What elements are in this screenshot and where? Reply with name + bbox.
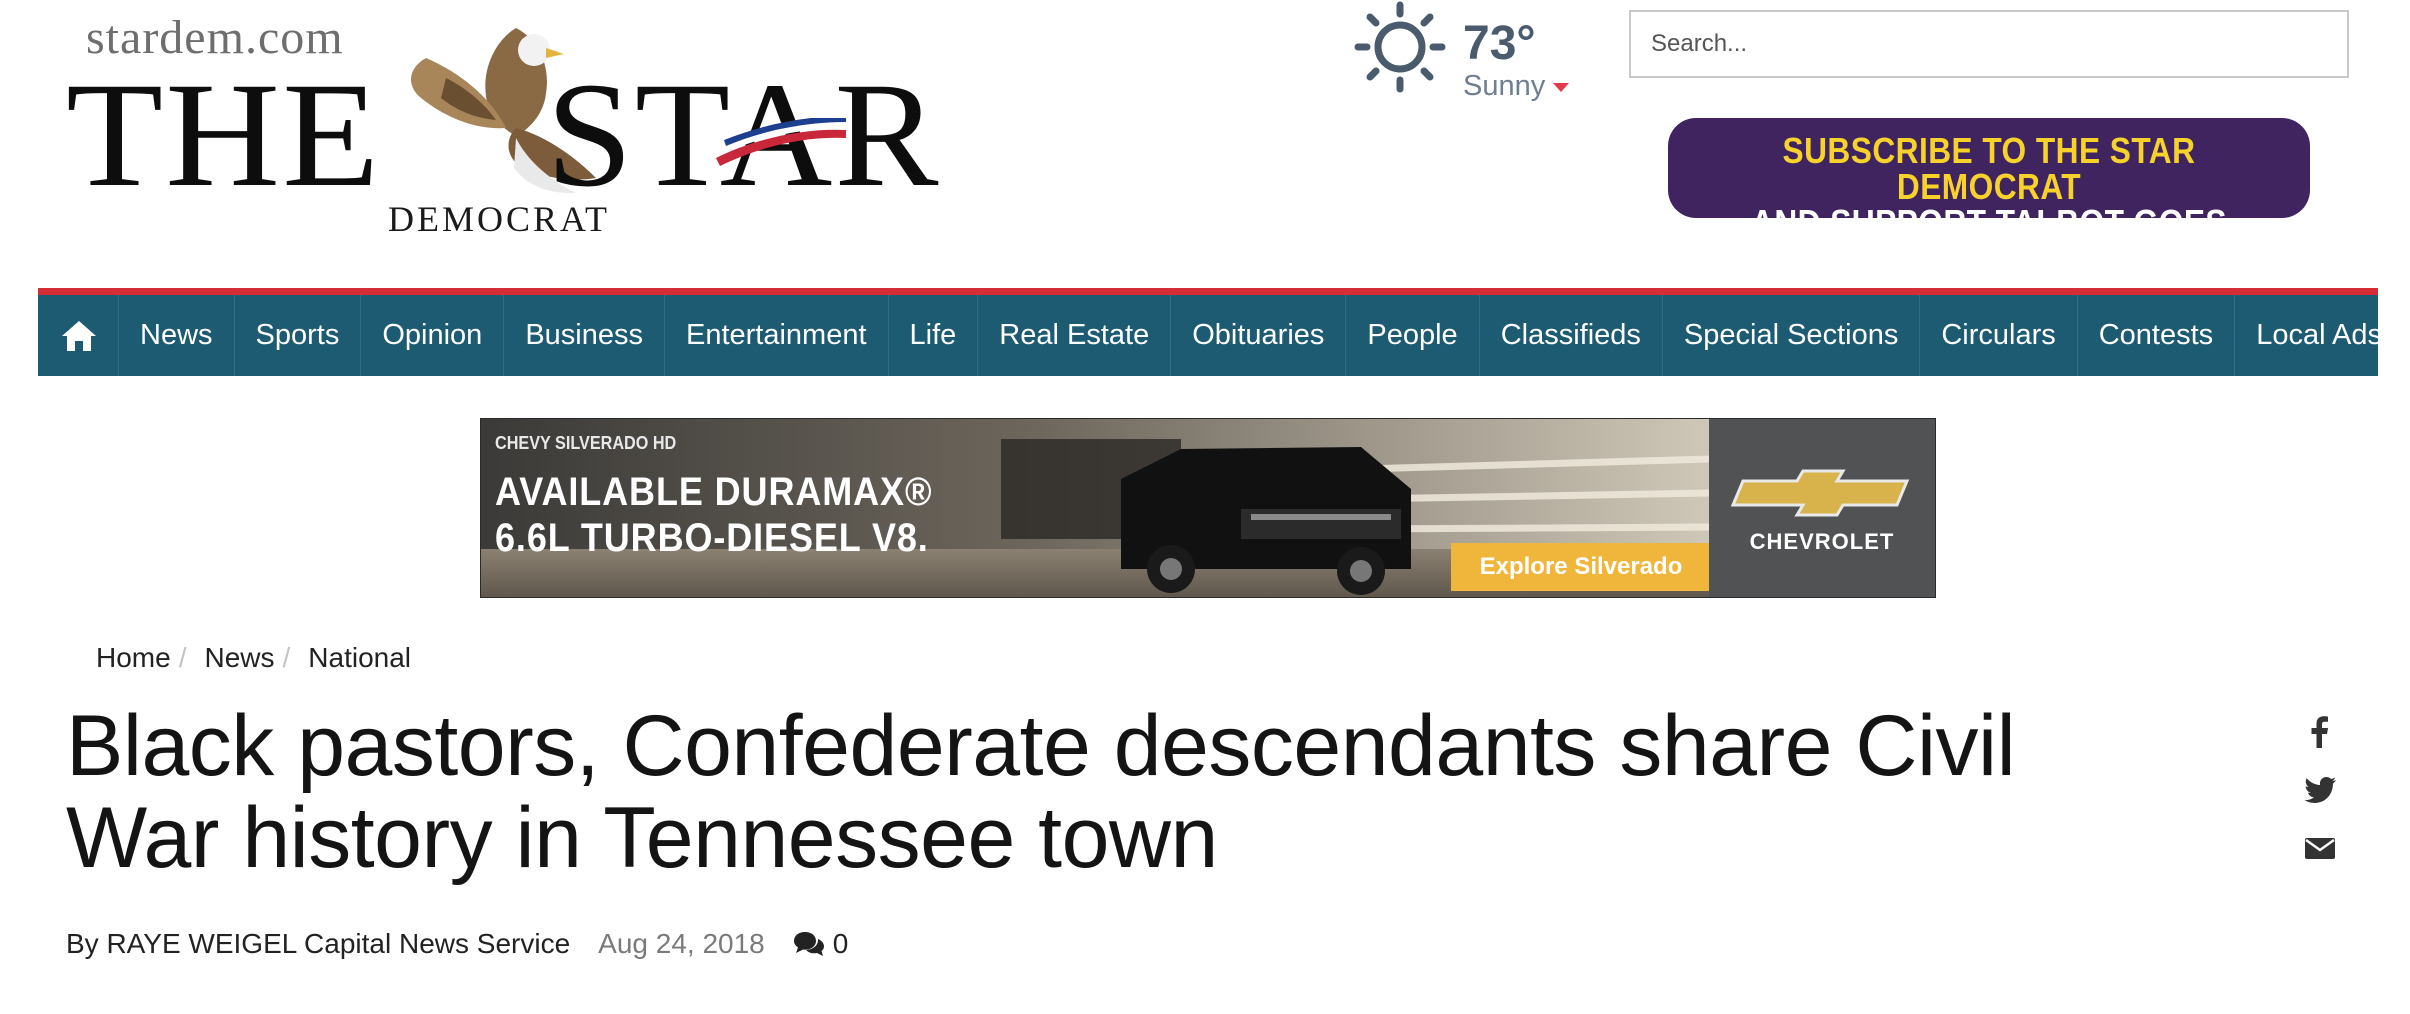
nav-item-people[interactable]: People [1346,295,1480,376]
subscribe-ad-line2: AND SUPPORT TALBOT GOES PURPLE [1751,202,2227,279]
breadcrumb: Home / News / National [96,642,411,674]
nav-home[interactable] [38,295,119,376]
nav-item-opinion[interactable]: Opinion [361,295,505,376]
breadcrumb-separator: / [282,642,291,673]
article-headline: Black pastors, Confederate descendants s… [66,698,2016,886]
site-logo[interactable]: stardem.com THE STAR DEMOCRAT [66,8,939,239]
banner-headline-line2: 6.6L TURBO-DIESEL V8. [495,516,929,560]
weather-condition-toggle[interactable]: Sunny [1463,70,1570,103]
breadcrumb-separator: / [178,642,187,673]
nav-item-entertainment[interactable]: Entertainment [665,295,889,376]
comments-icon[interactable] [793,930,825,958]
flag-stripes-icon [716,118,846,166]
search-input[interactable] [1629,10,2349,78]
explore-silverado-button[interactable]: Explore Silverado [1451,543,1711,591]
nav-item-circulars[interactable]: Circulars [1920,295,2078,376]
chevrolet-banner-ad[interactable]: CHEVY SILVERADO HD AVAILABLE DURAMAX® 6.… [480,418,1936,598]
weather-temperature: 73° [1463,17,1536,70]
subscribe-ad-line1: SUBSCRIBE TO THE STAR DEMOCRAT [1782,130,2196,207]
nav-item-business[interactable]: Business [504,295,665,376]
main-nav: News Sports Opinion Business Entertainme… [38,288,2382,376]
subscribe-ad-banner[interactable]: SUBSCRIBE TO THE STAR DEMOCRAT AND SUPPO… [1668,118,2310,277]
breadcrumb-national[interactable]: National [308,642,411,674]
nav-item-sports[interactable]: Sports [235,295,362,376]
nav-item-special-sections[interactable]: Special Sections [1663,295,1921,376]
chevrolet-bowtie-icon [1731,469,1910,517]
share-buttons [2300,712,2340,886]
nav-item-classifieds[interactable]: Classifieds [1480,295,1663,376]
nav-item-life[interactable]: Life [889,295,979,376]
nav-item-contests[interactable]: Contests [2078,295,2236,376]
logo-word-the: THE [66,52,382,218]
article-date: Aug 24, 2018 [598,928,765,959]
email-icon[interactable] [2300,828,2340,868]
caret-down-icon [1553,82,1570,92]
article-byline: By RAYE WEIGEL Capital News Service [66,928,571,959]
comment-count[interactable]: 0 [833,928,849,960]
twitter-icon[interactable] [2300,770,2340,810]
banner-model-label: CHEVY SILVERADO HD [495,433,677,453]
banner-headline: AVAILABLE DURAMAX® 6.6L TURBO-DIESEL V8. [495,469,932,561]
nav-item-local-ads[interactable]: Local Ads [2235,295,2403,376]
weather-condition: Sunny [1463,70,1546,102]
nav-item-obituaries[interactable]: Obituaries [1171,295,1347,376]
chevrolet-wordmark: CHEVROLET [1749,529,1895,554]
chevrolet-brand-box: CHEVROLET [1709,419,1935,597]
sun-icon [1354,1,1446,93]
banner-headline-line1: AVAILABLE DURAMAX® [495,470,933,514]
logo-word-democrat: DEMOCRAT [388,199,611,239]
nav-item-real-estate[interactable]: Real Estate [978,295,1172,376]
nav-item-news[interactable]: News [119,295,235,376]
weather-widget[interactable]: 73° Sunny [1345,0,1585,110]
home-icon [62,320,96,351]
breadcrumb-news[interactable]: News [204,642,274,674]
article-meta: By RAYE WEIGEL Capital News Service Aug … [66,928,848,960]
facebook-icon[interactable] [2300,712,2340,752]
breadcrumb-home[interactable]: Home [96,642,171,674]
